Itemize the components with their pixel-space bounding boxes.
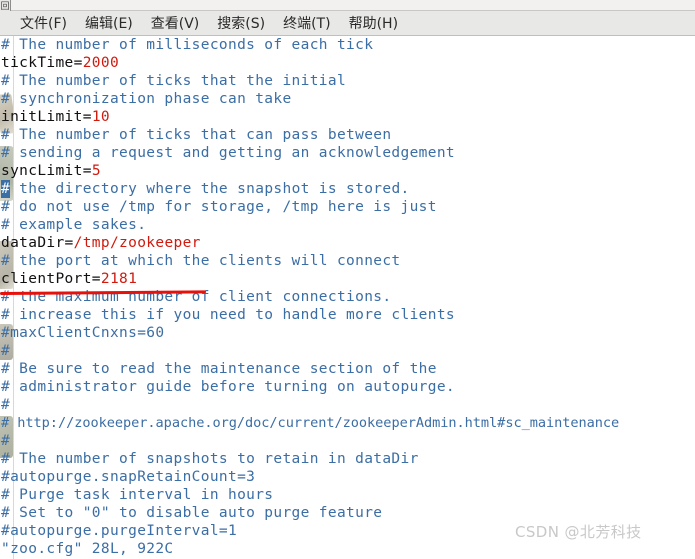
menu-bar: 文件(F) 编辑(E) 查看(V) 搜索(S) 终端(T) 帮助(H) [0, 11, 695, 36]
comment-text: #autopurge.snapRetainCount=3 [1, 469, 256, 485]
code-line: # the maximum number of client connectio… [0, 288, 695, 306]
comment-text: # The number of milliseconds of each tic… [1, 37, 374, 53]
comment-text: # Set to "0" to disable auto purge featu… [1, 505, 383, 521]
menu-help[interactable]: 帮助(H) [340, 12, 407, 35]
code-line: # synchronization phase can take [0, 90, 695, 108]
comment-text: # sending a request and getting an ackno… [1, 145, 455, 161]
code-line: # The number of ticks that the initial [0, 72, 695, 90]
config-key: dataDir= [1, 235, 74, 251]
code-line: tickTime=2000 [0, 54, 695, 72]
window-titlebar-strip [0, 0, 695, 11]
config-key: clientPort= [1, 271, 101, 287]
menu-view[interactable]: 查看(V) [142, 12, 209, 35]
comment-text: # synchronization phase can take [1, 91, 292, 107]
menu-edit[interactable]: 编辑(E) [76, 12, 142, 35]
menu-search[interactable]: 搜索(S) [208, 12, 274, 35]
code-line: # The number of ticks that can pass betw… [0, 126, 695, 144]
comment-text: # [1, 343, 11, 359]
terminal-window: 回 文件(F) 编辑(E) 查看(V) 搜索(S) 终端(T) 帮助(H) # The n… [0, 0, 695, 559]
config-value: 10 [91, 109, 110, 125]
code-line: # Purge task interval in hours [0, 486, 695, 504]
comment-text: # The number of snapshots to retain in d… [1, 451, 419, 467]
vim-status-line: "zoo.cfg" 28L, 922C [0, 540, 695, 558]
comment-text: # [1, 397, 11, 413]
code-line: # example sakes. [0, 216, 695, 234]
comment-text: # [1, 433, 11, 449]
terminal-text-area[interactable]: # The number of milliseconds of each tic… [0, 36, 695, 559]
comment-text: # Purge task interval in hours [1, 487, 274, 503]
code-lines: # The number of milliseconds of each tic… [0, 36, 695, 558]
comment-text: # The number of ticks that the initial [1, 73, 347, 89]
code-line: # Be sure to read the maintenance sectio… [0, 360, 695, 378]
comment-text: # the port at which the clients will con… [1, 253, 401, 269]
code-line: # [0, 396, 695, 414]
code-line: #autopurge.purgeInterval=1 [0, 522, 695, 540]
code-line: # The number of snapshots to retain in d… [0, 450, 695, 468]
code-line: syncLimit=5 [0, 162, 695, 180]
menu-file[interactable]: 文件(F) [11, 12, 76, 35]
comment-text: # increase this if you need to handle mo… [1, 307, 455, 323]
code-line: # increase this if you need to handle mo… [0, 306, 695, 324]
comment-text: the directory where the snapshot is stor… [10, 181, 410, 197]
code-line: # Set to "0" to disable auto purge featu… [0, 504, 695, 522]
config-value: /tmp/zookeeper [73, 235, 201, 251]
code-line: # http://zookeeper.apache.org/doc/curren… [0, 414, 695, 432]
code-line: # The number of milliseconds of each tic… [0, 36, 695, 54]
config-value: 5 [91, 163, 101, 179]
comment-text: # example sakes. [1, 217, 147, 233]
code-line: # [0, 432, 695, 450]
status-line-text: "zoo.cfg" 28L, 922C [1, 541, 174, 557]
comment-text: # the maximum number of client connectio… [1, 289, 392, 305]
text-cursor: # [1, 180, 11, 198]
config-key: initLimit= [1, 109, 92, 125]
comment-text: # administrator guide before turning on … [1, 379, 455, 395]
code-line: # the directory where the snapshot is st… [0, 180, 695, 198]
comment-text: #maxClientCnxns=60 [1, 325, 165, 341]
comment-text: #autopurge.purgeInterval=1 [1, 523, 238, 539]
code-line: clientPort=2181 [0, 270, 695, 288]
code-line: #maxClientCnxns=60 [0, 324, 695, 342]
comment-text: # The number of ticks that can pass betw… [1, 127, 392, 143]
code-line: dataDir=/tmp/zookeeper [0, 234, 695, 252]
comment-text: # Be sure to read the maintenance sectio… [1, 361, 437, 377]
config-value: 2181 [100, 271, 138, 287]
comment-text: # http://zookeeper.apache.org/doc/curren… [1, 415, 620, 431]
config-key: tickTime= [1, 55, 83, 71]
code-line: #autopurge.snapRetainCount=3 [0, 468, 695, 486]
code-line: # [0, 342, 695, 360]
code-line: initLimit=10 [0, 108, 695, 126]
code-line: # sending a request and getting an ackno… [0, 144, 695, 162]
config-value: 2000 [82, 55, 120, 71]
comment-text: # do not use /tmp for storage, /tmp here… [1, 199, 437, 215]
code-line: # the port at which the clients will con… [0, 252, 695, 270]
code-line: # do not use /tmp for storage, /tmp here… [0, 198, 695, 216]
code-line: # administrator guide before turning on … [0, 378, 695, 396]
config-key: syncLimit= [1, 163, 92, 179]
menu-terminal[interactable]: 终端(T) [274, 12, 339, 35]
